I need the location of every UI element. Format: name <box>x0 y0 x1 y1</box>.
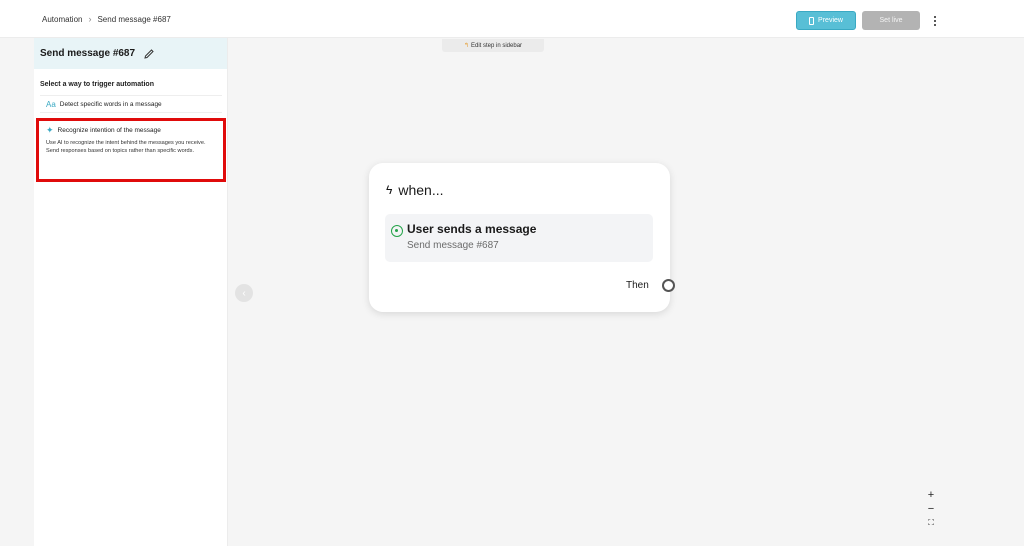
flow-canvas[interactable]: ↰ Edit step in sidebar ‹ ϟ when... User … <box>229 39 1024 546</box>
trigger-node[interactable]: ϟ when... User sends a message Send mess… <box>369 163 675 312</box>
then-label: Then <box>626 280 649 291</box>
node-header: ϟ when... <box>386 182 444 198</box>
trigger-option-label: Recognize intention of the message <box>57 127 161 134</box>
zoom-out-button[interactable]: − <box>928 503 934 515</box>
sidebar-header: Send message #687 <box>34 38 227 69</box>
node-header-label: when... <box>398 182 444 198</box>
edit-step-hint-label: Edit step in sidebar <box>471 42 523 49</box>
trigger-option-recognize-intention[interactable]: ✦ Recognize intention of the message Use… <box>46 126 222 155</box>
top-bar: Automation › Send message #687 Preview S… <box>0 0 1024 38</box>
breadcrumb-root[interactable]: Automation <box>42 15 82 24</box>
pencil-icon[interactable] <box>143 48 155 60</box>
trigger-option-label: Detect specific words in a message <box>59 100 162 108</box>
sidebar: Send message #687 Select a way to trigge… <box>34 38 228 546</box>
preview-button-label: Preview <box>818 17 843 24</box>
set-live-button-label: Set live <box>879 17 903 24</box>
more-options-icon[interactable] <box>928 11 942 30</box>
trigger-option-description: Use AI to recognize the intent behind th… <box>46 140 206 154</box>
trigger-card[interactable]: User sends a message Send message #687 <box>385 214 653 262</box>
whatsapp-icon <box>391 225 403 237</box>
zoom-controls: + − ⛶ <box>924 489 938 529</box>
sidebar-title: Send message #687 <box>40 48 136 59</box>
connector-handle[interactable] <box>662 279 675 292</box>
trigger-section-label: Select a way to trigger automation <box>40 81 154 88</box>
text-icon: Aa <box>46 99 56 109</box>
lightning-icon: ϟ <box>386 183 393 197</box>
trigger-subtitle: Send message #687 <box>407 240 499 251</box>
set-live-button[interactable]: Set live <box>862 11 920 30</box>
edit-step-hint: ↰ Edit step in sidebar <box>442 39 544 52</box>
arrow-icon: ↰ <box>463 43 469 49</box>
trigger-title: User sends a message <box>407 222 537 236</box>
sparkle-icon: ✦ <box>46 125 54 135</box>
phone-icon <box>809 16 815 25</box>
preview-button[interactable]: Preview <box>796 11 856 30</box>
trigger-option-detect-words[interactable]: Aa Detect specific words in a message <box>40 95 222 113</box>
zoom-in-button[interactable]: + <box>928 489 934 501</box>
collapse-sidebar-button[interactable]: ‹ <box>235 284 253 302</box>
breadcrumb-current: Send message #687 <box>97 14 171 24</box>
chevron-right-icon: › <box>88 14 92 24</box>
fit-view-icon[interactable]: ⛶ <box>928 517 934 529</box>
breadcrumb: Automation › Send message #687 <box>42 14 171 24</box>
